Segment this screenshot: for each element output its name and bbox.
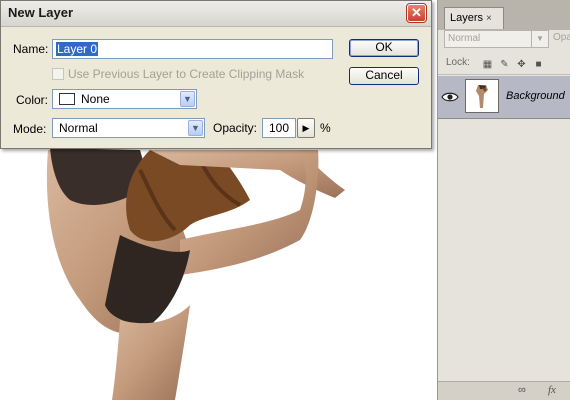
close-button[interactable]: ✕ [406,3,427,23]
panel-tab-strip: Layers × [438,0,570,30]
chevron-right-icon: ▶ [302,123,310,133]
lock-move-icon[interactable]: ✥ [516,59,527,70]
chevron-down-icon: ▼ [531,31,548,47]
fx-icon[interactable]: fx [548,384,556,396]
lock-icons: ▦ ✎ ✥ ■ [482,56,550,70]
color-select[interactable]: None ▼ [52,89,197,109]
divider [438,74,570,75]
clipping-mask-checkbox[interactable] [52,68,64,80]
ok-button[interactable]: OK [349,39,419,57]
dialog-title: New Layer [8,5,74,20]
name-field-value: Layer 0 [56,42,99,56]
panel-bottom-bar: ∞ fx [438,381,570,400]
color-swatch [59,93,75,105]
layer-opacity-label: Opa [553,32,570,43]
mode-label: Mode: [13,122,47,136]
color-select-value: None [81,92,110,106]
name-label: Name: [13,42,49,56]
opacity-field[interactable]: 100 [262,118,296,138]
tab-layers[interactable]: Layers × [444,7,504,29]
lock-label: Lock: [446,57,470,68]
color-label: Color: [16,93,49,107]
clipping-mask-label: Use Previous Layer to Create Clipping Ma… [68,67,305,81]
lock-all-icon[interactable]: ■ [533,59,544,70]
layer-thumbnail [465,79,499,113]
tab-layers-label: Layers [450,12,484,24]
blend-mode-value: Normal [448,33,481,44]
lock-transparent-icon[interactable]: ▦ [482,59,493,70]
eye-icon[interactable] [441,89,459,105]
opacity-label: Opacity: [213,121,258,135]
mode-select-value: Normal [59,121,98,135]
close-icon: ✕ [411,5,422,20]
opacity-slider-button[interactable]: ▶ [297,118,315,138]
dialog-title-bar[interactable]: New Layer ✕ [1,1,431,27]
layers-panel: Layers × Normal ▼ Opa Lock: ▦ ✎ ✥ ■ Back… [437,0,570,400]
chevron-down-icon: ▼ [180,91,195,107]
name-field[interactable]: Layer 0 [52,39,333,59]
lock-brush-icon[interactable]: ✎ [499,59,510,70]
blend-mode-select[interactable]: Normal ▼ [444,30,549,48]
opacity-unit: % [320,121,331,135]
link-layers-icon[interactable]: ∞ [518,384,526,396]
tab-close-icon[interactable]: × [486,13,492,24]
layer-row[interactable]: Background [438,76,570,119]
chevron-down-icon: ▼ [188,120,203,136]
mode-select[interactable]: Normal ▼ [52,118,205,138]
layer-name: Background [506,90,565,102]
cancel-button[interactable]: Cancel [349,67,419,85]
layers-panel-body: Normal ▼ Opa Lock: ▦ ✎ ✥ ■ Background ∞ [438,30,570,400]
new-layer-dialog: New Layer ✕ Name: Layer 0 OK Cancel Use … [0,0,432,149]
